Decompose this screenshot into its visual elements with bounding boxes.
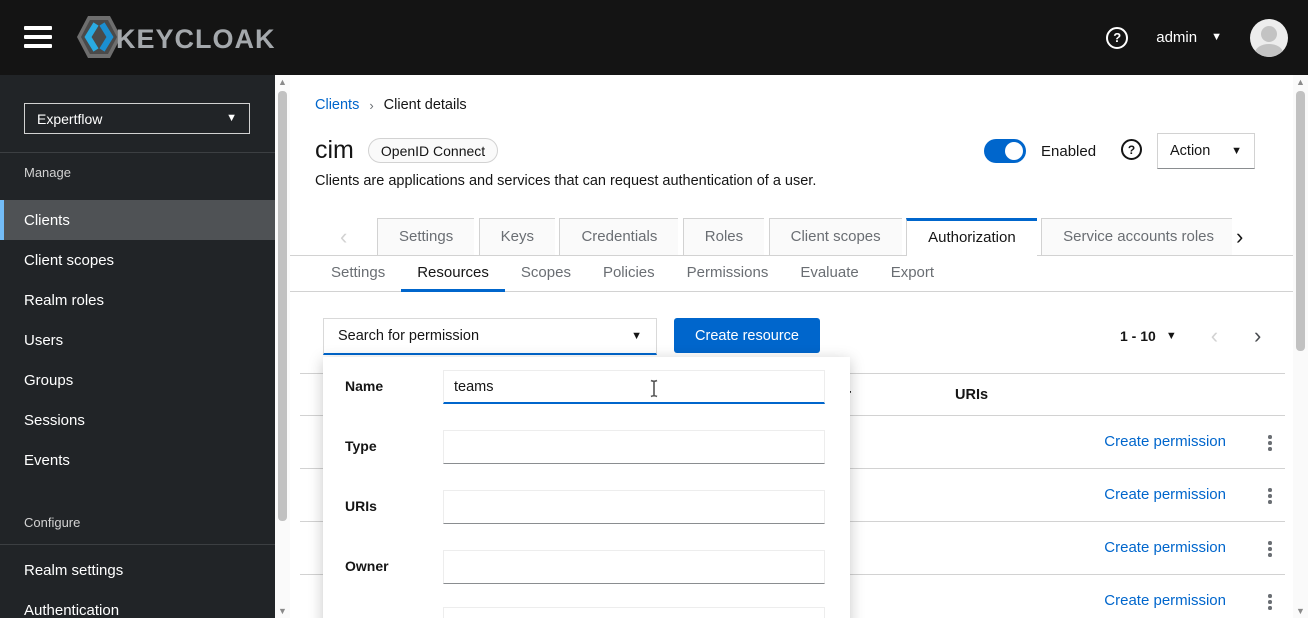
pagination-prev-icon[interactable]: ‹: [1211, 325, 1218, 347]
tab-service-accounts-roles[interactable]: Service accounts roles: [1041, 218, 1232, 256]
sidebar-divider: [0, 152, 275, 153]
scroll-down-icon[interactable]: ▼: [1293, 604, 1308, 618]
form-label-name: Name: [345, 378, 384, 394]
form-label-type: Type: [345, 438, 377, 454]
realm-selector[interactable]: Expertflow ▼: [24, 103, 250, 134]
tab-authorization[interactable]: Authorization: [906, 218, 1037, 256]
text-cursor-icon: [648, 379, 660, 403]
help-icon[interactable]: ?: [1106, 26, 1129, 49]
subtab-settings[interactable]: Settings: [315, 256, 401, 292]
search-filter-popover: Name Type URIs Owner: [323, 357, 850, 618]
subtab-permissions[interactable]: Permissions: [671, 256, 785, 292]
sidebar-item-realm-settings[interactable]: Realm settings: [0, 550, 275, 590]
create-permission-link[interactable]: Create permission: [1104, 592, 1226, 609]
scroll-up-icon[interactable]: ▲: [1293, 75, 1308, 89]
user-name: admin: [1156, 29, 1198, 46]
tab-client-scopes[interactable]: Client scopes: [768, 218, 902, 256]
search-permission-select[interactable]: Search for permission ▼: [323, 318, 657, 355]
authorization-subtabs: Settings Resources Scopes Policies Permi…: [315, 256, 950, 292]
subtab-export[interactable]: Export: [875, 256, 950, 292]
subtab-scopes[interactable]: Scopes: [505, 256, 587, 292]
pagination: 1 - 10 ▼ ‹ ›: [1120, 318, 1280, 354]
pagination-next-icon[interactable]: ›: [1254, 325, 1261, 347]
column-header-uris: URIs: [955, 387, 989, 403]
kebab-menu-icon[interactable]: [1263, 485, 1277, 507]
form-field-partial[interactable]: [443, 607, 825, 618]
enabled-label: Enabled: [1041, 143, 1097, 160]
kebab-menu-icon[interactable]: [1263, 591, 1277, 613]
sidebar-item-clients[interactable]: Clients: [0, 200, 275, 240]
breadcrumb-clients-link[interactable]: Clients: [315, 97, 359, 113]
scrollbar-thumb[interactable]: [1296, 91, 1305, 351]
nav-section-manage: Manage: [24, 165, 71, 180]
sidebar-scrollbar[interactable]: ▲ ▼: [275, 75, 290, 618]
nav-section-configure: Configure: [24, 515, 81, 530]
protocol-badge: OpenID Connect: [367, 138, 499, 163]
action-dropdown[interactable]: Action ▼: [1157, 133, 1255, 169]
sidebar-item-groups[interactable]: Groups: [0, 360, 275, 400]
create-resource-button[interactable]: Create resource: [674, 318, 820, 353]
form-label-owner: Owner: [345, 558, 389, 574]
create-permission-link[interactable]: Create permission: [1104, 486, 1226, 503]
enabled-toggle[interactable]: [984, 139, 1026, 163]
sidebar-item-users[interactable]: Users: [0, 320, 275, 360]
caret-down-icon: ▼: [1211, 31, 1222, 43]
scrollbar-thumb[interactable]: [278, 91, 287, 521]
tab-roles[interactable]: Roles: [682, 218, 765, 256]
sidebar-item-events[interactable]: Events: [0, 440, 275, 480]
sidebar-item-sessions[interactable]: Sessions: [0, 400, 275, 440]
caret-down-icon: ▼: [1231, 144, 1242, 157]
pagination-range[interactable]: 1 - 10: [1120, 328, 1156, 344]
user-menu[interactable]: admin ▼: [1156, 29, 1222, 46]
caret-down-icon[interactable]: ▼: [1166, 330, 1177, 342]
scroll-up-icon[interactable]: ▲: [275, 75, 290, 89]
client-tabs: Settings Keys Credentials Roles Client s…: [377, 218, 1232, 256]
client-description: Clients are applications and services th…: [315, 173, 817, 189]
brand-text: KEYCLOAK: [116, 24, 276, 54]
breadcrumb: Clients › Client details: [315, 97, 467, 113]
subtab-evaluate[interactable]: Evaluate: [784, 256, 874, 292]
create-permission-link[interactable]: Create permission: [1104, 539, 1226, 556]
tab-keys[interactable]: Keys: [478, 218, 556, 256]
sidebar-item-authentication[interactable]: Authentication: [0, 590, 275, 618]
breadcrumb-current: Client details: [383, 97, 467, 113]
owner-field[interactable]: [443, 550, 825, 584]
avatar[interactable]: [1250, 18, 1288, 57]
top-bar: KEYCLOAK ? admin ▼: [0, 0, 1308, 75]
kebab-menu-icon[interactable]: [1263, 538, 1277, 560]
action-label: Action: [1170, 143, 1211, 159]
name-field[interactable]: [443, 370, 825, 404]
realm-name: Expertflow: [37, 110, 103, 127]
subtab-resources[interactable]: Resources: [401, 256, 505, 292]
breadcrumb-separator-icon: ›: [369, 97, 374, 113]
menu-icon[interactable]: [24, 26, 54, 49]
sidebar-nav: Expertflow ▼ Manage Clients Client scope…: [0, 75, 275, 618]
scroll-down-icon[interactable]: ▼: [275, 604, 290, 618]
tabs-scroll-left-icon[interactable]: ‹: [340, 224, 347, 250]
tabs-scroll-right-icon[interactable]: ›: [1236, 224, 1243, 250]
tab-credentials[interactable]: Credentials: [559, 218, 679, 256]
form-label-uris: URIs: [345, 498, 377, 514]
subtab-policies[interactable]: Policies: [587, 256, 671, 292]
type-field[interactable]: [443, 430, 825, 464]
caret-down-icon: ▼: [631, 329, 642, 342]
page-scrollbar[interactable]: ▲ ▼: [1293, 75, 1308, 618]
search-placeholder: Search for permission: [338, 328, 480, 344]
keycloak-logo: KEYCLOAK: [76, 12, 276, 67]
sidebar-item-client-scopes[interactable]: Client scopes: [0, 240, 275, 280]
page-title: cim: [315, 136, 354, 164]
sidebar-item-realm-roles[interactable]: Realm roles: [0, 280, 275, 320]
uris-field[interactable]: [443, 490, 825, 524]
kebab-menu-icon[interactable]: [1263, 432, 1277, 454]
sidebar-divider: [0, 544, 275, 545]
create-permission-link[interactable]: Create permission: [1104, 433, 1226, 450]
tab-settings[interactable]: Settings: [377, 218, 475, 256]
help-icon[interactable]: ?: [1121, 139, 1142, 160]
caret-down-icon: ▼: [226, 112, 237, 124]
